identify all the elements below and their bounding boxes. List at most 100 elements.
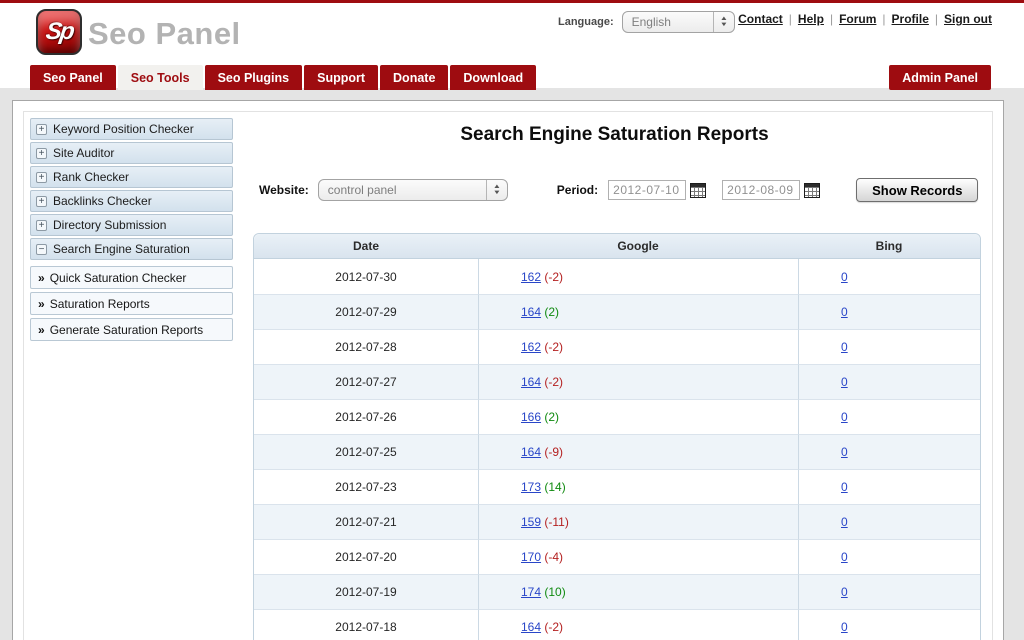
website-select[interactable]: control panel ▲▼	[318, 179, 508, 201]
bing-count-link[interactable]: 0	[841, 305, 848, 319]
bing-count-link[interactable]: 0	[841, 340, 848, 354]
sidebar-item-label: Directory Submission	[53, 218, 166, 232]
bing-cell: 0	[798, 539, 980, 574]
google-count-link[interactable]: 166	[521, 410, 541, 424]
bing-count-link[interactable]: 0	[841, 375, 848, 389]
sidebar-subitem-label: Generate Saturation Reports	[50, 323, 203, 337]
column-header-date[interactable]: Date	[254, 234, 478, 259]
nav-tab-seo-panel[interactable]: Seo Panel	[30, 65, 116, 90]
period-to-input[interactable]	[722, 180, 800, 200]
report-filter-form: Website: control panel ▲▼ Period: Show R…	[259, 178, 978, 202]
language-label: Language:	[558, 16, 614, 28]
bing-cell: 0	[798, 609, 980, 640]
table-row: 2012-07-30162 (-2)0	[254, 259, 980, 294]
bing-cell: 0	[798, 364, 980, 399]
website-select-value: control panel	[319, 183, 486, 197]
calendar-icon[interactable]	[804, 183, 820, 198]
table-row: 2012-07-21159 (-11)0	[254, 504, 980, 539]
change-badge: (-2)	[544, 620, 563, 634]
sidebar-subitem-saturation-reports[interactable]: »Saturation Reports	[30, 292, 233, 315]
sidebar-item-site-auditor[interactable]: +Site Auditor	[30, 142, 233, 164]
date-cell: 2012-07-19	[254, 574, 478, 609]
sidebar-item-rank-checker[interactable]: +Rank Checker	[30, 166, 233, 188]
bing-count-link[interactable]: 0	[841, 480, 848, 494]
date-cell: 2012-07-28	[254, 329, 478, 364]
header-links: Contact|Help|Forum|Profile|Sign out	[738, 12, 992, 26]
main-content: Search Engine Saturation Reports Website…	[241, 112, 988, 640]
google-count-link[interactable]: 162	[521, 340, 541, 354]
sidebar-subitem-label: Quick Saturation Checker	[50, 271, 187, 285]
google-count-link[interactable]: 164	[521, 620, 541, 634]
change-badge: (2)	[544, 410, 559, 424]
google-cell: 164 (-9)	[478, 434, 798, 469]
link-separator: |	[789, 12, 792, 26]
google-count-link[interactable]: 162	[521, 270, 541, 284]
link-separator: |	[935, 12, 938, 26]
bing-count-link[interactable]: 0	[841, 550, 848, 564]
google-count-link[interactable]: 173	[521, 480, 541, 494]
bing-count-link[interactable]: 0	[841, 270, 848, 284]
bing-count-link[interactable]: 0	[841, 620, 848, 634]
column-header-bing[interactable]: Bing	[798, 234, 980, 259]
google-cell: 173 (14)	[478, 469, 798, 504]
sidebar-subitem-generate-saturation-reports[interactable]: » Generate Saturation Reports	[30, 318, 233, 341]
show-records-button[interactable]: Show Records	[856, 178, 978, 202]
google-count-link[interactable]: 170	[521, 550, 541, 564]
link-separator: |	[830, 12, 833, 26]
language-select[interactable]: English ▲▼	[622, 11, 735, 33]
date-cell: 2012-07-20	[254, 539, 478, 574]
sidebar-item-directory-submission[interactable]: +Directory Submission	[30, 214, 233, 236]
logo-monogram: Sp	[44, 18, 75, 46]
sidebar-sub-list: »Quick Saturation Checker»Saturation Rep…	[30, 266, 233, 341]
nav-tab-support[interactable]: Support	[304, 65, 378, 90]
bing-count-link[interactable]: 0	[841, 585, 848, 599]
nav-tab-seo-tools[interactable]: Seo Tools	[118, 65, 203, 90]
header-link-forum[interactable]: Forum	[839, 12, 876, 26]
bing-count-link[interactable]: 0	[841, 515, 848, 529]
bing-cell: 0	[798, 259, 980, 294]
sidebar-item-backlinks-checker[interactable]: +Backlinks Checker	[30, 190, 233, 212]
bing-count-link[interactable]: 0	[841, 410, 848, 424]
period-from-input[interactable]	[608, 180, 686, 200]
sidebar-item-search-engine-saturation[interactable]: −Search Engine Saturation	[30, 238, 233, 260]
nav-tab-download[interactable]: Download	[450, 65, 536, 90]
change-badge: (-2)	[544, 375, 563, 389]
google-cell: 162 (-2)	[478, 259, 798, 294]
top-accent-bar	[0, 0, 1024, 3]
date-cell: 2012-07-25	[254, 434, 478, 469]
column-header-google[interactable]: Google	[478, 234, 798, 259]
google-count-link[interactable]: 174	[521, 585, 541, 599]
nav-tab-donate[interactable]: Donate	[380, 65, 448, 90]
sidebar-subitem-quick-saturation-checker[interactable]: »Quick Saturation Checker	[30, 266, 233, 289]
google-count-link[interactable]: 164	[521, 445, 541, 459]
google-cell: 162 (-2)	[478, 329, 798, 364]
header-link-sign-out[interactable]: Sign out	[944, 12, 992, 26]
bing-count-link[interactable]: 0	[841, 445, 848, 459]
seo-panel-logo[interactable]: Sp	[36, 9, 82, 55]
google-cell: 170 (-4)	[478, 539, 798, 574]
bing-cell: 0	[798, 574, 980, 609]
header-link-profile[interactable]: Profile	[892, 12, 929, 26]
admin-panel-button[interactable]: Admin Panel	[889, 65, 991, 90]
google-cell: 166 (2)	[478, 399, 798, 434]
bing-cell: 0	[798, 399, 980, 434]
double-chevron-icon: »	[38, 323, 45, 337]
header: Sp Seo Panel Language: English ▲▼ Contac…	[0, 3, 1024, 88]
google-count-link[interactable]: 164	[521, 375, 541, 389]
google-count-link[interactable]: 159	[521, 515, 541, 529]
main-nav: Seo PanelSeo ToolsSeo PluginsSupportDona…	[30, 65, 536, 90]
google-count-link[interactable]: 164	[521, 305, 541, 319]
date-cell: 2012-07-29	[254, 294, 478, 329]
header-link-contact[interactable]: Contact	[738, 12, 783, 26]
brand-title: Seo Panel	[88, 16, 241, 52]
page-title: Search Engine Saturation Reports	[241, 124, 988, 146]
header-link-help[interactable]: Help	[798, 12, 824, 26]
table-row: 2012-07-28162 (-2) 0	[254, 329, 980, 364]
calendar-icon[interactable]	[690, 183, 706, 198]
date-cell: 2012-07-18	[254, 609, 478, 640]
sidebar-item-label: Rank Checker	[53, 170, 129, 184]
change-badge: (-2)	[544, 270, 563, 284]
nav-tab-seo-plugins[interactable]: Seo Plugins	[205, 65, 303, 90]
inner-container: +Keyword Position Checker+Site Auditor+R…	[23, 111, 993, 640]
sidebar-item-keyword-position-checker[interactable]: +Keyword Position Checker	[30, 118, 233, 140]
